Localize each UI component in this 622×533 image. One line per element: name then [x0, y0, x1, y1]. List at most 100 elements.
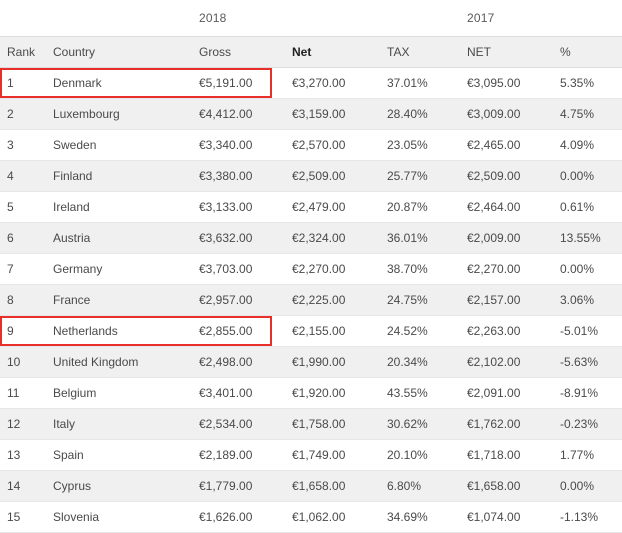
- cell-tax: 20.87%: [387, 200, 428, 214]
- cell-net17: €2,465.00: [467, 138, 520, 152]
- cell-gross: €2,534.00: [199, 417, 252, 431]
- table-column-header-row: Rank Country Gross Net TAX NET%: [0, 36, 622, 68]
- cell-gross: €3,340.00: [199, 138, 252, 152]
- cell-net17: €2,263.00: [467, 324, 520, 338]
- cell-net: €1,990.00: [292, 355, 345, 369]
- table-row[interactable]: 1Denmark€5,191.00€3,270.0037.01%€3,095.0…: [0, 68, 622, 99]
- cell-pct: 5.35%: [560, 76, 594, 90]
- cell-gross: €3,703.00: [199, 262, 252, 276]
- cell-net17: €2,102.00: [467, 355, 520, 369]
- table-row[interactable]: 11Belgium€3,401.00€1,920.0043.55%€2,091.…: [0, 378, 622, 409]
- cell-country: France: [53, 293, 90, 307]
- cell-pct: 0.00%: [560, 262, 594, 276]
- cell-net: €2,324.00: [292, 231, 345, 245]
- cell-net: €2,479.00: [292, 200, 345, 214]
- cell-gross: €3,133.00: [199, 200, 252, 214]
- column-header-net[interactable]: Net: [292, 45, 311, 59]
- cell-rank: 10: [7, 355, 20, 369]
- cell-tax: 37.01%: [387, 76, 428, 90]
- cell-pct: -8.91%: [560, 386, 598, 400]
- column-header-country[interactable]: Country: [53, 45, 95, 59]
- table-row[interactable]: 13Spain€2,189.00€1,749.0020.10%€1,718.00…: [0, 440, 622, 471]
- cell-pct: -0.23%: [560, 417, 598, 431]
- cell-tax: 24.75%: [387, 293, 428, 307]
- cell-country: Luxembourg: [53, 107, 120, 121]
- table-row[interactable]: 2Luxembourg€4,412.00€3,159.0028.40%€3,00…: [0, 99, 622, 130]
- cell-net17: €2,509.00: [467, 169, 520, 183]
- cell-tax: 20.34%: [387, 355, 428, 369]
- cell-net17: €2,009.00: [467, 231, 520, 245]
- cell-pct: 0.61%: [560, 200, 594, 214]
- cell-rank: 12: [7, 417, 20, 431]
- cell-net17: €3,009.00: [467, 107, 520, 121]
- cell-tax: 43.55%: [387, 386, 428, 400]
- cell-pct: 4.09%: [560, 138, 594, 152]
- table-row[interactable]: 6Austria€3,632.00€2,324.0036.01%€2,009.0…: [0, 223, 622, 254]
- table-row[interactable]: 3Sweden€3,340.00€2,570.0023.05%€2,465.00…: [0, 130, 622, 161]
- cell-rank: 4: [7, 169, 14, 183]
- cell-net: €1,658.00: [292, 479, 345, 493]
- cell-gross: €5,191.00: [199, 76, 252, 90]
- cell-country: Germany: [53, 262, 102, 276]
- cell-rank: 13: [7, 448, 20, 462]
- cell-gross: €3,380.00: [199, 169, 252, 183]
- cell-net: €2,270.00: [292, 262, 345, 276]
- cell-rank: 7: [7, 262, 14, 276]
- cell-net17: €2,464.00: [467, 200, 520, 214]
- cell-rank: 15: [7, 510, 20, 524]
- table-row[interactable]: 10United Kingdom€2,498.00€1,990.0020.34%…: [0, 347, 622, 378]
- cell-country: Ireland: [53, 200, 90, 214]
- cell-country: United Kingdom: [53, 355, 138, 369]
- table-row[interactable]: 7Germany€3,703.00€2,270.0038.70%€2,270.0…: [0, 254, 622, 285]
- cell-country: Slovenia: [53, 510, 99, 524]
- cell-pct: -5.01%: [560, 324, 598, 338]
- cell-tax: 36.01%: [387, 231, 428, 245]
- column-header-tax[interactable]: TAX: [387, 45, 409, 59]
- cell-tax: 28.40%: [387, 107, 428, 121]
- table-row[interactable]: 9Netherlands€2,855.00€2,155.0024.52%€2,2…: [0, 316, 622, 347]
- salary-comparison-table: 20182017 RankCountryGrossNetTAXNET% 1Den…: [0, 0, 622, 500]
- table-body: 1Denmark€5,191.00€3,270.0037.01%€3,095.0…: [0, 68, 622, 533]
- column-header-gross[interactable]: Gross: [199, 45, 231, 59]
- cell-net17: €1,762.00: [467, 417, 520, 431]
- cell-rank: 9: [7, 324, 14, 338]
- table-row[interactable]: 15Slovenia€1,626.00€1,062.0034.69%€1,074…: [0, 502, 622, 533]
- cell-tax: 25.77%: [387, 169, 428, 183]
- cell-rank: 11: [7, 386, 19, 400]
- cell-tax: 6.80%: [387, 479, 421, 493]
- cell-country: Spain: [53, 448, 84, 462]
- cell-net: €2,225.00: [292, 293, 345, 307]
- column-header-pct[interactable]: %: [560, 45, 571, 59]
- cell-tax: 38.70%: [387, 262, 428, 276]
- cell-pct: 3.06%: [560, 293, 594, 307]
- column-header-net17[interactable]: NET: [467, 45, 491, 59]
- cell-net: €1,749.00: [292, 448, 345, 462]
- cell-net17: €1,658.00: [467, 479, 520, 493]
- column-header-rank[interactable]: Rank: [7, 45, 35, 59]
- table-row[interactable]: 8France€2,957.00€2,225.0024.75%€2,157.00…: [0, 285, 622, 316]
- cell-country: Italy: [53, 417, 75, 431]
- cell-pct: 0.00%: [560, 479, 594, 493]
- table-row[interactable]: 5Ireland€3,133.00€2,479.0020.87%€2,464.0…: [0, 192, 622, 223]
- cell-gross: €3,401.00: [199, 386, 252, 400]
- cell-pct: -5.63%: [560, 355, 598, 369]
- cell-gross: €4,412.00: [199, 107, 252, 121]
- table-row[interactable]: 14Cyprus€1,779.00€1,658.006.80%€1,658.00…: [0, 471, 622, 502]
- cell-net: €2,509.00: [292, 169, 345, 183]
- table-row[interactable]: 4Finland€3,380.00€2,509.0025.77%€2,509.0…: [0, 161, 622, 192]
- cell-net17: €3,095.00: [467, 76, 520, 90]
- cell-tax: 20.10%: [387, 448, 428, 462]
- cell-country: Cyprus: [53, 479, 91, 493]
- cell-net: €3,270.00: [292, 76, 345, 90]
- cell-gross: €2,855.00: [199, 324, 252, 338]
- year-group-header-row: 20182017: [0, 0, 622, 36]
- cell-net: €1,920.00: [292, 386, 345, 400]
- cell-pct: 1.77%: [560, 448, 594, 462]
- cell-tax: 24.52%: [387, 324, 428, 338]
- cell-rank: 14: [7, 479, 20, 493]
- table-row[interactable]: 12Italy€2,534.00€1,758.0030.62%€1,762.00…: [0, 409, 622, 440]
- cell-net17: €2,091.00: [467, 386, 520, 400]
- cell-net17: €1,074.00: [467, 510, 520, 524]
- cell-tax: 23.05%: [387, 138, 428, 152]
- cell-tax: 34.69%: [387, 510, 428, 524]
